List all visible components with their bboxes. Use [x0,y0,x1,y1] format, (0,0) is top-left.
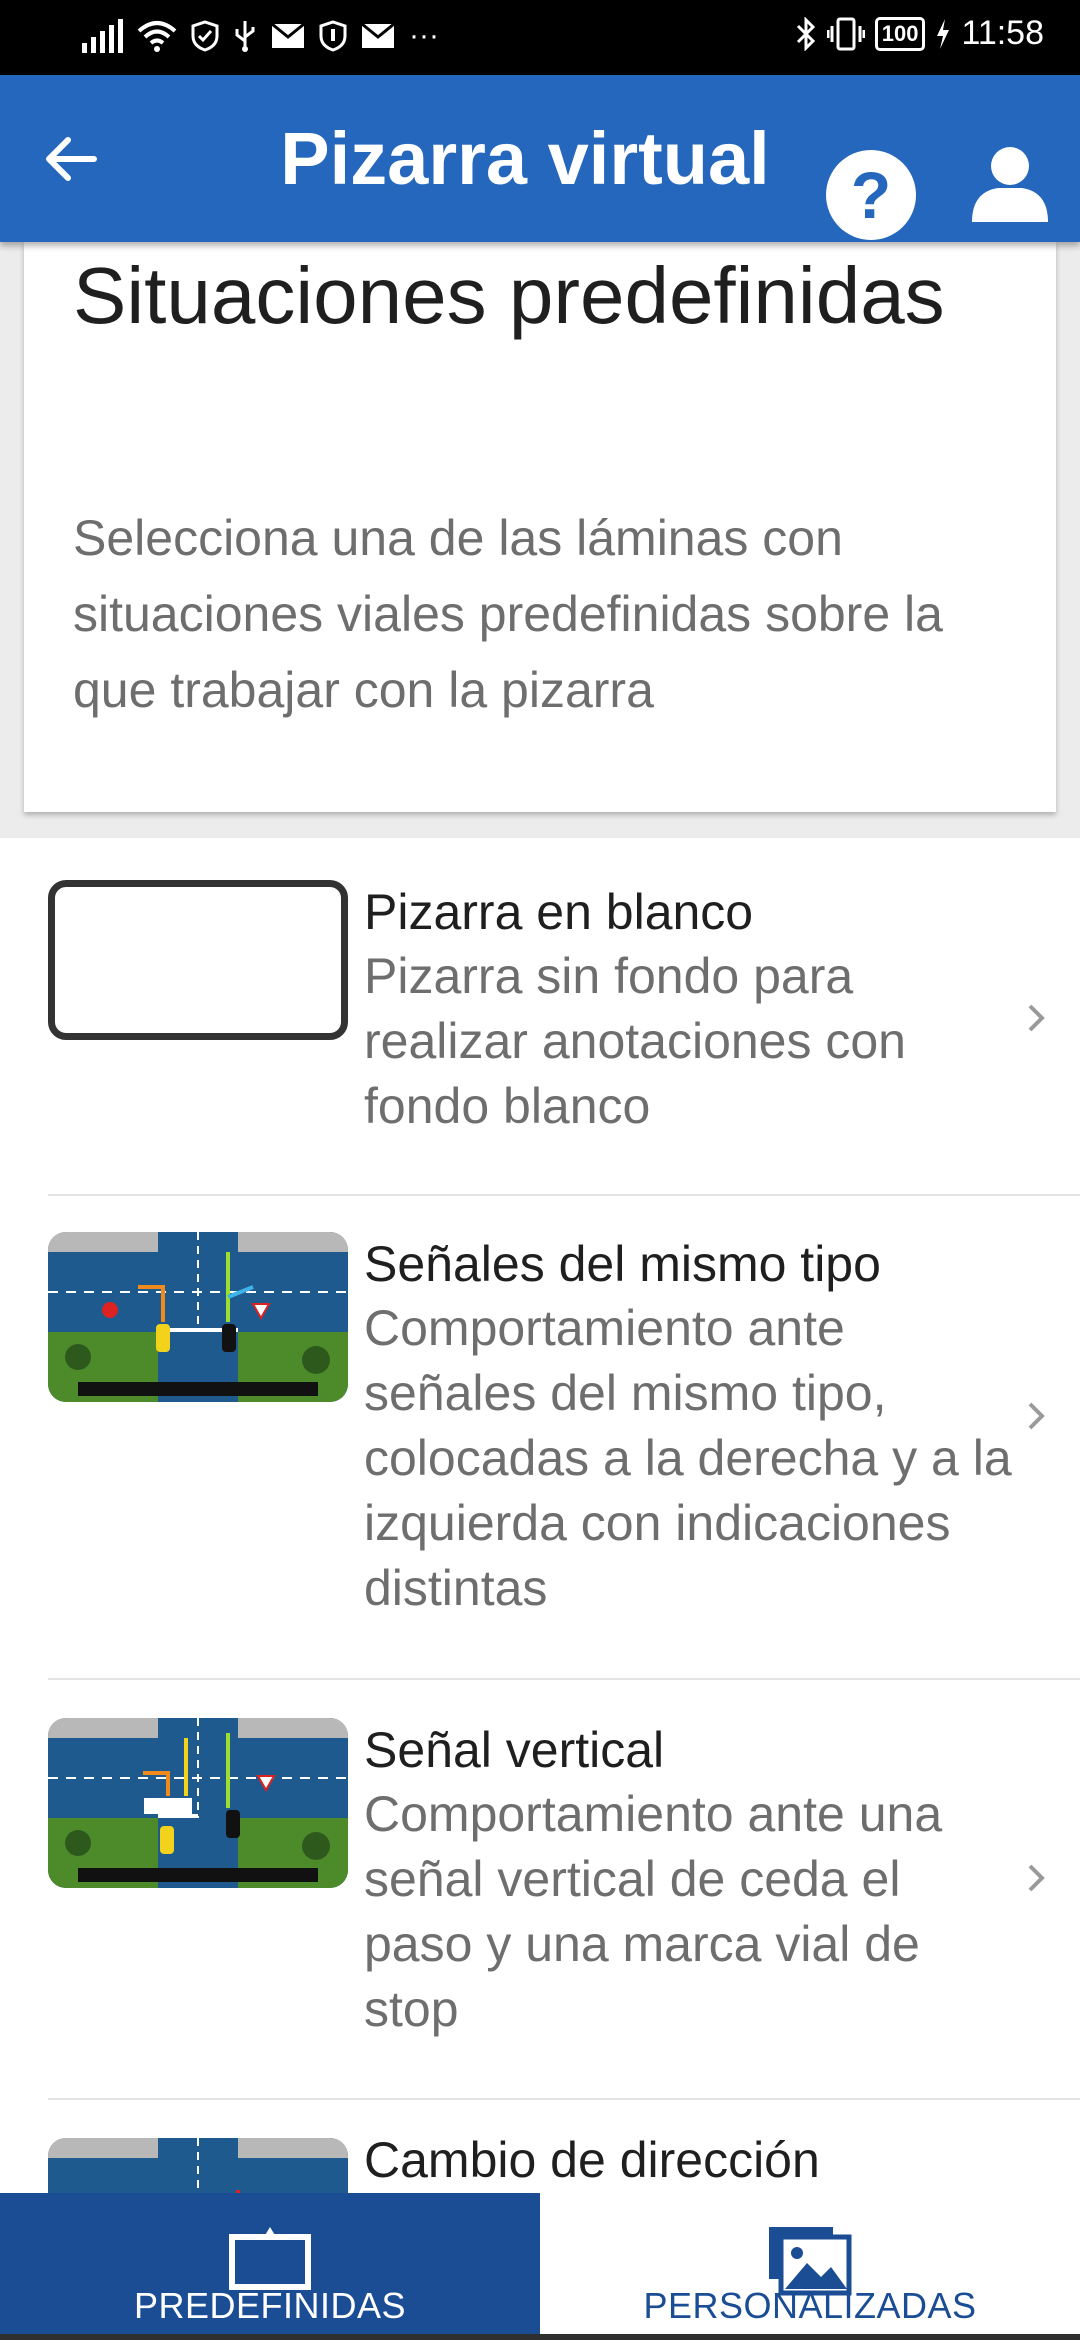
tab-label: PREDEFINIDAS [133,2285,407,2326]
status-system: 100 11:58 [795,14,1044,53]
wifi-icon [137,21,177,52]
intersection-thumbnail [48,1232,348,1402]
shield-icon [191,20,219,52]
status-notifications: ··· [82,18,439,54]
mail-icon [271,23,305,48]
bluetooth-icon [796,16,815,51]
profile-button[interactable] [968,140,1052,224]
user-icon [972,147,1048,222]
list-item[interactable]: Pizarra en blanco Pizarra sin fondo para… [0,838,1080,1194]
list-item[interactable]: Cambio de dirección [0,2100,1080,2193]
tab-label: PERSONALIZADAS [643,2285,977,2326]
blank-board-thumbnail [48,880,348,1040]
system-nav-strip [0,2334,1080,2340]
bottom-navigation: PREDEFINIDAS PERSONALIZADAS [0,2193,1080,2340]
intersection-thumbnail [48,1718,348,1888]
tab-personalizadas[interactable]: PERSONALIZADAS [540,2193,1080,2340]
page-title: Pizarra virtual [280,117,770,200]
mail-icon [361,23,395,48]
list-item[interactable]: Señal vertical Comportamiento ante una s… [0,1680,1080,2098]
shield-icon [319,20,347,52]
item-title: Señal vertical [364,1722,665,1778]
item-description: Comportamiento ante una señal vertical d… [364,1786,943,2037]
status-time: 11:58 [961,14,1044,52]
intersection-thumbnail [48,2138,348,2193]
item-description: Comportamiento ante señales del mismo ti… [364,1300,1012,1616]
list-item[interactable]: Señales del mismo tipo Comportamiento an… [0,1196,1080,1678]
item-description: Pizarra sin fondo para realizar anotacio… [364,948,906,1134]
battery-icon: 100 [874,16,926,51]
more-icon: ··· [409,19,439,52]
item-title: Cambio de dirección [364,2132,820,2188]
usb-icon [235,21,255,52]
vibrate-icon [826,17,865,50]
situations-list: Pizarra en blanco Pizarra sin fondo para… [0,838,1080,2193]
tab-predefinidas[interactable]: PREDEFINIDAS [0,2193,540,2340]
status-bar: ··· 100 11:58 [0,0,1080,75]
chevron-right-icon [1028,1004,1045,1032]
item-title: Pizarra en blanco [364,884,754,940]
chevron-right-icon [1028,1864,1045,1892]
header-card: Situaciones predefinidas Selecciona una … [24,242,1056,812]
section-description: Selecciona una de las láminas con situac… [73,510,943,718]
signal-icon [82,19,123,53]
help-button[interactable]: ? [826,150,916,240]
section-title: Situaciones predefinidas [73,251,945,340]
item-title: Señales del mismo tipo [364,1236,881,1292]
charging-icon [937,18,950,49]
app-bar: Pizarra virtual ? [0,75,1080,242]
chevron-right-icon [1028,1402,1045,1430]
